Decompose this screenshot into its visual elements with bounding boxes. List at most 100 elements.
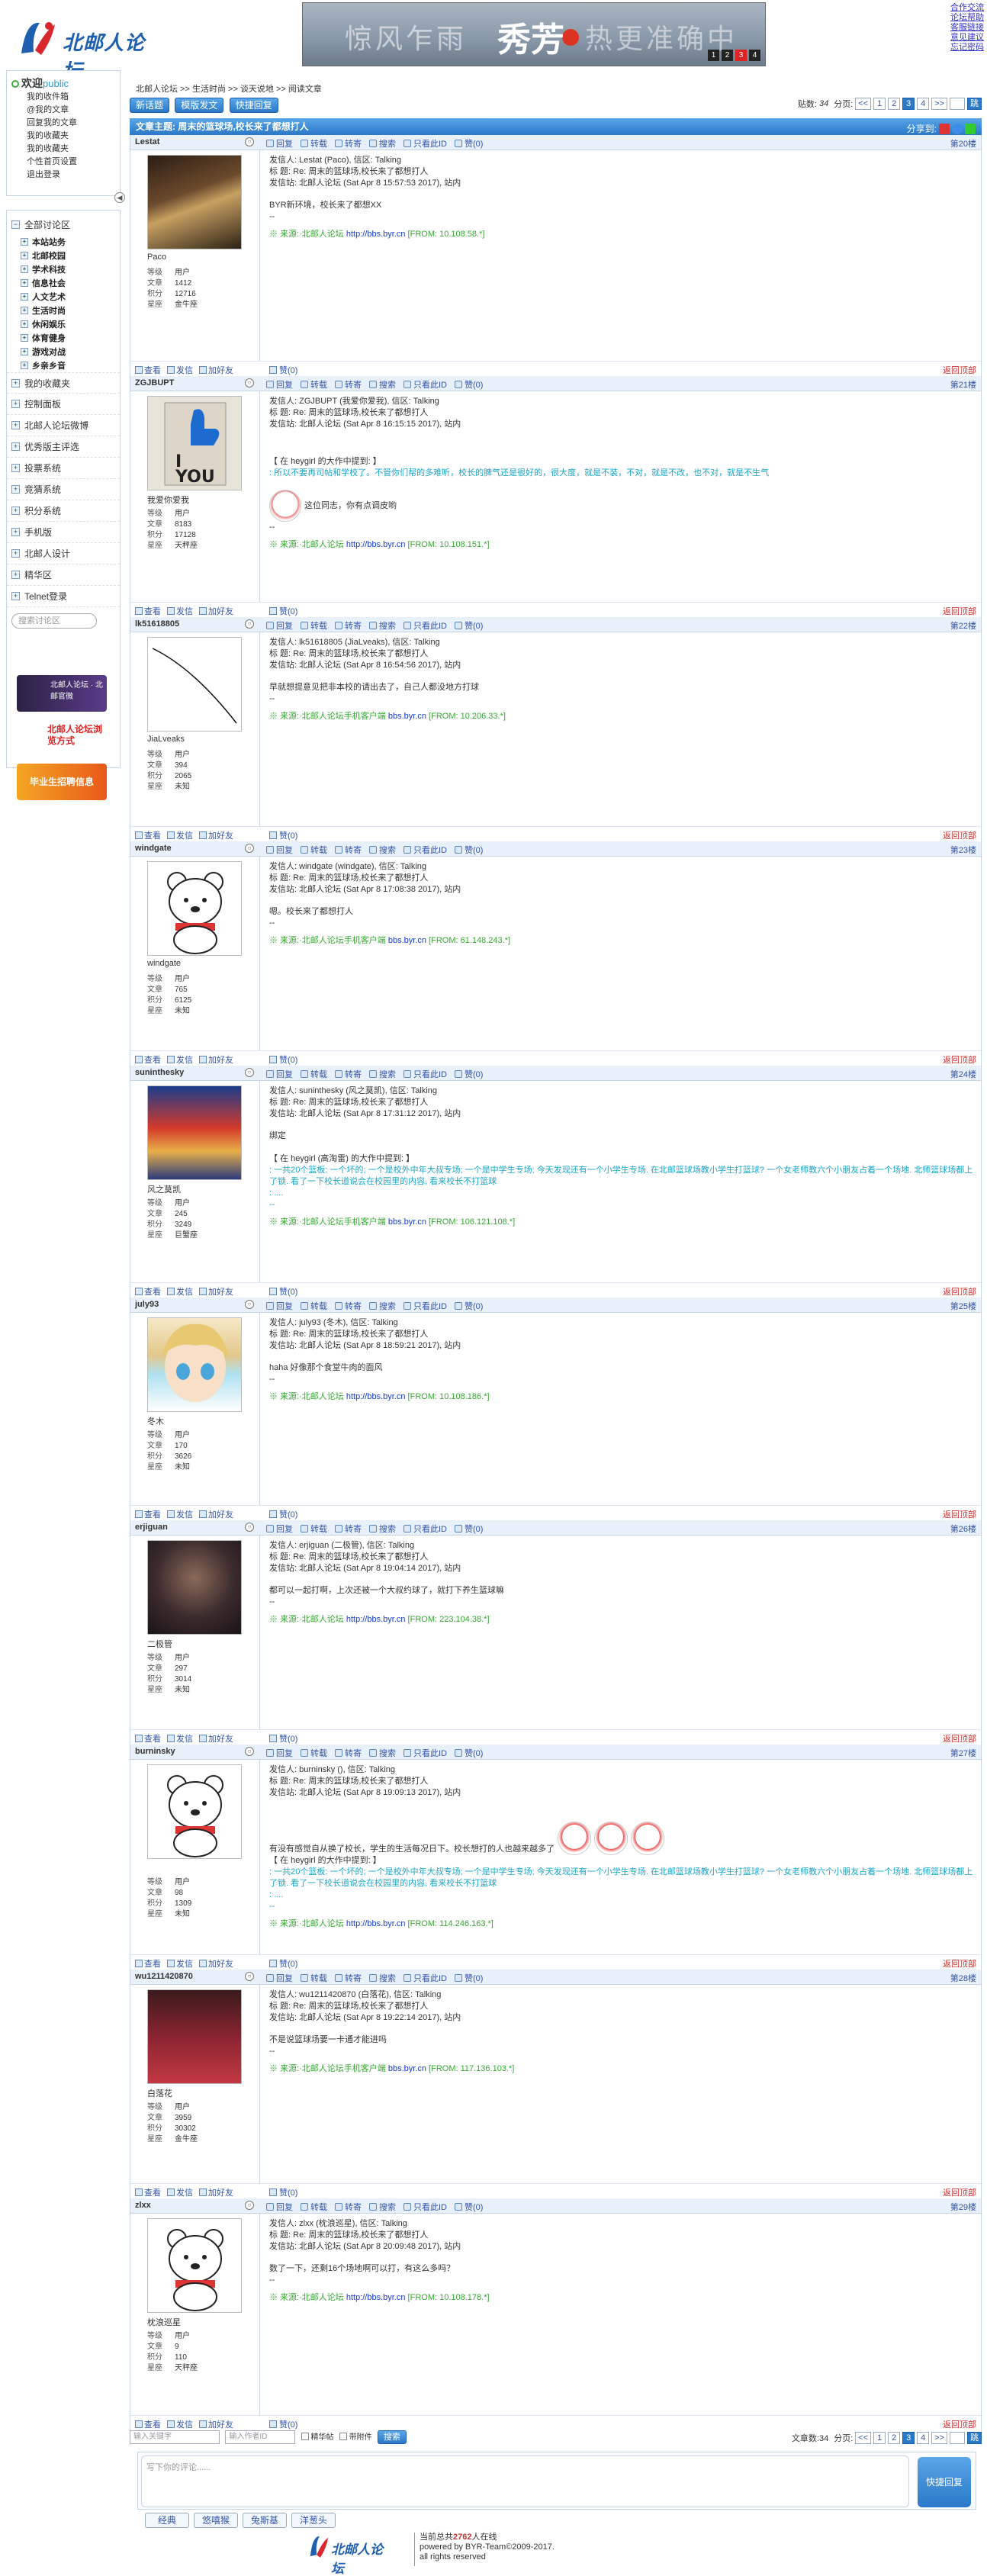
like-button[interactable]: 赞(0) [455,1300,483,1312]
only-author-button[interactable]: 只看此ID [403,137,447,150]
sidebar-link-favorites[interactable]: 我的收藏夹 [11,130,115,143]
emoticon-tab-onion[interactable]: 洋葱头 [291,2513,336,2528]
quick-reply-submit-button[interactable]: 快捷回复 [918,2457,971,2507]
emoticon-tab-rabbit[interactable]: 兔斯基 [243,2513,287,2528]
banner-slide-2[interactable]: 2 [722,50,733,61]
like-button[interactable]: 赞(0) [269,605,297,617]
add-friend-button[interactable]: 加好友 [199,605,233,617]
source-link[interactable]: bbs.byr.cn [388,1217,426,1227]
post-author[interactable]: erjiguan [135,1523,168,1532]
only-author-button[interactable]: 只看此ID [403,844,447,856]
avatar[interactable] [147,1764,242,1859]
add-friend-button[interactable]: 加好友 [199,1285,233,1298]
reply-button[interactable]: 回复 [266,378,293,391]
sub-board-item[interactable]: + 休闲娱乐 [21,317,120,331]
view-user-button[interactable]: 查看 [135,1053,161,1066]
source-link[interactable]: http://bbs.byr.cn [346,1919,406,1928]
sidebar-item-moderator-vote[interactable]: + 优秀版主评选 [7,436,120,458]
avatar[interactable]: I YOU [147,396,242,490]
reply-button[interactable]: 回复 [266,1523,293,1535]
source-link[interactable]: bbs.byr.cn [388,2064,426,2073]
repost-button[interactable]: 转载 [301,137,327,150]
like-button[interactable]: 赞(0) [269,1285,297,1298]
elite-filter[interactable]: 精华帖 [301,2433,333,2442]
send-mail-button[interactable]: 发信 [167,364,193,376]
view-user-button[interactable]: 查看 [135,1508,161,1520]
link-forgot-password[interactable]: 忘记密码 [931,43,984,53]
search-button[interactable]: 搜索 [369,2201,396,2213]
only-author-button[interactable]: 只看此ID [403,1068,447,1080]
source-link[interactable]: http://bbs.byr.cn [346,540,406,549]
search-button[interactable]: 搜索 [369,1523,396,1535]
view-user-button[interactable]: 查看 [135,829,161,841]
sub-board-item[interactable]: + 学术科技 [21,262,120,276]
back-to-top-link[interactable]: 返回顶部 [943,2186,976,2198]
collapse-sidebar-icon[interactable]: ◀ [114,192,125,203]
sub-board-item[interactable]: + 乡亲乡音 [21,359,120,372]
reply-button[interactable]: 回复 [266,1972,293,1984]
floor-number[interactable]: 第26楼 [950,1523,976,1535]
post-author[interactable]: suninthesky [135,1068,184,1077]
floor-number[interactable]: 第29楼 [950,2201,976,2213]
page-jump-input[interactable] [950,2432,965,2444]
forward-button[interactable]: 转寄 [335,1972,362,1984]
avatar[interactable] [147,1989,242,2084]
sub-board-item[interactable]: + 游戏对战 [21,345,120,359]
avatar[interactable] [147,637,242,732]
only-author-button[interactable]: 只看此ID [403,1747,447,1759]
add-friend-button[interactable]: 加好友 [199,364,233,376]
back-to-top-link[interactable]: 返回顶部 [943,2418,976,2430]
forward-button[interactable]: 转寄 [335,1300,362,1312]
post-author[interactable]: windgate [135,844,172,853]
send-mail-button[interactable]: 发信 [167,1957,193,1970]
forward-button[interactable]: 转寄 [335,1747,362,1759]
source-link[interactable]: bbs.byr.cn [388,936,426,945]
reply-button[interactable]: 回复 [266,844,293,856]
page-go-button[interactable]: 跳 [967,2432,982,2444]
banner-slide-1[interactable]: 1 [708,50,719,61]
sidebar-link-inbox[interactable]: 我的收件箱 [11,91,115,104]
sidebar-link-replies[interactable]: 回复我的文章 [11,117,115,130]
like-button[interactable]: 赞(0) [455,619,483,632]
floor-number[interactable]: 第22楼 [950,619,976,632]
link-help[interactable]: 论坛帮助 [931,13,984,23]
forward-button[interactable]: 转寄 [335,378,362,391]
sub-board-item[interactable]: + 北邮校园 [21,249,120,262]
floor-number[interactable]: 第27楼 [950,1747,976,1759]
repost-button[interactable]: 转载 [301,844,327,856]
back-to-top-link[interactable]: 返回顶部 [943,364,976,376]
back-to-top-link[interactable]: 返回顶部 [943,1053,976,1066]
sidebar-item-vote-system[interactable]: + 投票系统 [7,458,120,479]
like-button[interactable]: 赞(0) [269,1053,297,1066]
add-friend-button[interactable]: 加好友 [199,1053,233,1066]
sidebar-item-all-boards[interactable]: − 全部讨论区 [7,214,120,235]
emoticon-tab-classic[interactable]: 经典 [145,2513,189,2528]
only-author-button[interactable]: 只看此ID [403,2201,447,2213]
sidebar-link-homepage-settings[interactable]: 个性首页设置 [11,156,115,169]
floor-number[interactable]: 第21楼 [950,378,976,391]
source-link[interactable]: http://bbs.byr.cn [346,230,406,239]
source-link[interactable]: http://bbs.byr.cn [346,1392,406,1401]
view-user-button[interactable]: 查看 [135,1732,161,1745]
only-author-button[interactable]: 只看此ID [403,378,447,391]
search-button[interactable]: 搜索 [369,1747,396,1759]
page-2[interactable]: 2 [888,2432,901,2444]
page-3-current[interactable]: 3 [902,98,915,110]
post-author[interactable]: wu1211420870 [135,1972,193,1981]
repost-button[interactable]: 转载 [301,1300,327,1312]
sidebar-link-logout[interactable]: 退出登录 [11,169,115,182]
sidebar-item-elite[interactable]: + 精华区 [7,564,120,586]
like-button[interactable]: 赞(0) [455,1972,483,1984]
page-4[interactable]: 4 [917,98,930,110]
sub-board-item[interactable]: + 本站站务 [21,235,120,249]
add-friend-button[interactable]: 加好友 [199,829,233,841]
add-friend-button[interactable]: 加好友 [199,1957,233,1970]
weibo-ad[interactable]: 北邮人论坛 · 北邮官微 [17,675,107,712]
send-mail-button[interactable]: 发信 [167,1508,193,1520]
post-author[interactable]: ZGJBUPT [135,378,174,388]
browse-mode-ad[interactable]: 北邮人论坛浏览方式 [17,719,107,756]
repost-button[interactable]: 转载 [301,1068,327,1080]
like-button[interactable]: 赞(0) [455,844,483,856]
sidebar-item-telnet[interactable]: + Telnet登录 [7,586,120,607]
new-topic-button[interactable]: 新话题 [130,98,170,113]
